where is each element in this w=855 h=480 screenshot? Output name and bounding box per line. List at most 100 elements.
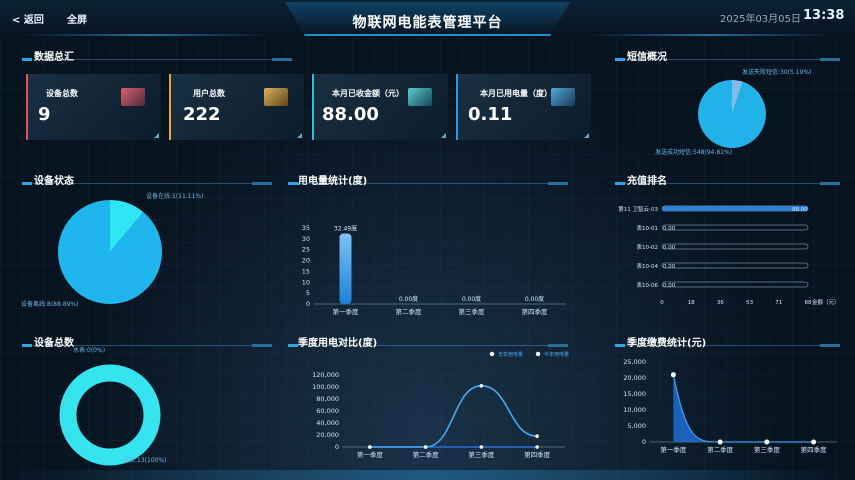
data-point	[479, 384, 484, 388]
data-point	[479, 445, 484, 449]
back-button[interactable]: < 返回	[12, 11, 44, 26]
data-point	[670, 372, 676, 378]
x-tick-label: 第三季度	[468, 450, 495, 459]
y-tick-label: 100,000	[312, 383, 339, 391]
bar-value-label: 0.00度	[462, 295, 481, 303]
area-fill	[673, 374, 814, 442]
y-tick-label: 0	[335, 443, 339, 451]
bar-track	[661, 224, 809, 231]
legend-label: 去年用电量	[498, 351, 523, 358]
quarter-fee-area-chart: 0 5,000 10,000 15,000 20,000 25,000 第一季度 第二季度 第三…	[623, 358, 837, 454]
x-tick-label: 第一季度	[357, 450, 384, 459]
device-total-donut-chart: 水表:0(0%) 电表:13(100%)	[59, 346, 167, 466]
bottom-glow	[0, 470, 855, 480]
y-tick-label: 第11 卫智云-03	[618, 205, 658, 213]
donut-ring	[59, 364, 161, 466]
current-time: 13:38	[803, 8, 845, 23]
x-tick-label: 第二季度	[413, 450, 440, 459]
y-tick-label: 30	[302, 235, 310, 243]
x-tick-label: 71	[775, 300, 782, 306]
stat-value-income: 88.00	[322, 104, 379, 125]
stat-card-devices: 设备总数 9	[26, 74, 161, 140]
cube-icon	[551, 88, 575, 106]
y-tick-label: 表10-06	[637, 281, 659, 289]
bar-value-label: 0.00	[663, 283, 676, 289]
pie-slice	[698, 80, 766, 148]
stat-card-users: 用户总数 222	[169, 74, 304, 140]
quarter-power-line-chart: 0 20,000 40,000 60,000 80,000 100,000 120,000 第…	[312, 351, 569, 459]
x-tick-label: 第二季度	[707, 445, 734, 454]
y-tick-label: 表10-04	[637, 262, 659, 270]
sms-pie-chart: 发送失败短信:30(5.19%) 发送成功短信:548(94.81%)	[655, 68, 811, 156]
pie-label: 设备离线:8(88.89%)	[21, 300, 78, 308]
corner-icon	[154, 133, 159, 138]
bar-value-label: 32.49度	[334, 224, 357, 232]
y-tick-label: 80,000	[316, 395, 339, 403]
bar-value-label: 0.00	[663, 264, 676, 270]
y-tick-label: 表10-02	[637, 243, 658, 251]
y-tick-label: 40,000	[316, 419, 339, 427]
area-line	[672, 374, 814, 443]
legend-marker	[535, 351, 541, 357]
x-tick-label: 第二季度	[396, 307, 423, 316]
y-tick-label: 60,000	[316, 407, 339, 415]
bar-track	[661, 243, 809, 250]
data-point	[811, 439, 817, 445]
corner-icon	[584, 133, 589, 138]
x-tick-label: 0	[660, 300, 664, 306]
device-status-pie-chart: 设备在线:1(11.11%) 设备离线:8(88.89%)	[21, 192, 203, 308]
y-tick-label: 25,000	[623, 358, 646, 366]
stat-value-users: 222	[183, 104, 221, 125]
x-tick-label: 36	[717, 300, 724, 306]
stat-card-power: 本月已用电量（度） 0.11	[456, 74, 591, 140]
bar-track	[661, 281, 809, 288]
stat-value-power: 0.11	[468, 104, 513, 125]
y-tick-label: 20	[302, 257, 310, 265]
data-point	[717, 439, 723, 445]
panel-title-quarter-fee: 季度缴费统计(元)	[627, 338, 707, 349]
y-tick-label: 15	[302, 267, 310, 275]
x-tick-label: 第一季度	[660, 445, 687, 454]
data-point	[535, 434, 539, 438]
y-tick-label: 20,000	[623, 374, 646, 382]
header-right-line	[585, 34, 835, 36]
stat-label-power: 本月已用电量（度）	[480, 89, 552, 98]
x-tick-label: 88	[805, 300, 812, 306]
x-tick-label: 第三季度	[459, 307, 486, 316]
stat-label-users: 用户总数	[193, 89, 225, 98]
series-line	[369, 384, 538, 448]
pie-label: 设备在线:1(11.11%)	[146, 192, 203, 200]
data-point	[423, 445, 428, 449]
cube-icon	[264, 88, 288, 106]
header-left-line	[20, 34, 270, 36]
power-stats-bar-chart: 0 5 10 15 20 25 30 35 32.49度第一季度 0.00度第二季度 0.00度第三…	[302, 224, 566, 316]
bar-value-label: 0.00	[663, 245, 676, 251]
y-tick-label: 25	[302, 246, 310, 254]
stat-value-devices: 9	[38, 104, 51, 125]
x-tick-label: 53	[746, 300, 753, 306]
bar-value-label: 0.00度	[399, 295, 418, 303]
data-point	[764, 439, 770, 445]
fullscreen-button[interactable]: 全屏	[67, 11, 87, 26]
stat-label-devices: 设备总数	[46, 89, 78, 98]
legend-label: 今年用电量	[544, 351, 569, 358]
current-date: 2025年03月05日	[720, 14, 801, 25]
corner-icon	[441, 133, 446, 138]
recharge-rank-chart: 第11 卫智云-03 88.00 表10-01 0.00 表10-02 0.00 表10-0…	[618, 205, 840, 306]
bar-value-label: 0.00度	[525, 295, 544, 303]
y-tick-label: 10,000	[623, 406, 646, 414]
donut-label: 电表:13(100%)	[123, 456, 167, 464]
panel-title-power-stats: 用电量统计(度)	[298, 176, 368, 187]
page-title: 物联网电能表管理平台	[352, 15, 503, 31]
x-axis-label: 金额（元）	[812, 298, 840, 306]
x-tick-label: 第四季度	[801, 445, 828, 454]
y-tick-label: 10	[302, 278, 310, 286]
y-tick-label: 20,000	[316, 431, 339, 439]
bar-value-label: 0.00	[663, 226, 676, 232]
y-tick-label: 0	[642, 438, 646, 446]
bar	[662, 206, 808, 211]
data-point	[368, 445, 372, 449]
pie-slice	[57, 200, 162, 304]
x-tick-label: 18	[688, 300, 695, 306]
panel-title-data-summary: 数据总汇	[34, 52, 74, 63]
